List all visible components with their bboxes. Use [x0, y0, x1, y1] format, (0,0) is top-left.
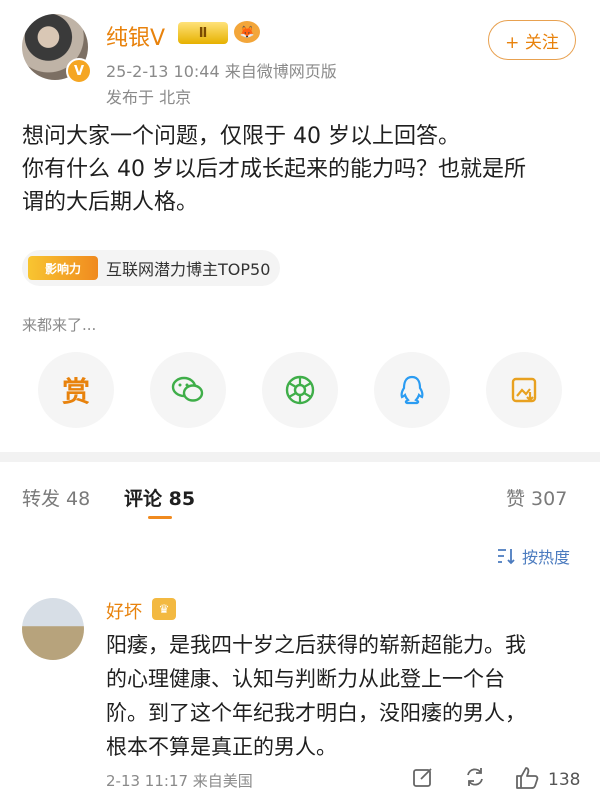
qq-icon — [400, 375, 424, 405]
post-line: 谓的大后期人格。 — [22, 190, 199, 215]
comment-line: 阶。到了这个年纪我才明白，没阳痿的男人， — [106, 701, 526, 725]
comment-meta: 2-13 11:17 来自美国 — [106, 772, 253, 790]
author-name-text[interactable]: 纯银 — [106, 26, 150, 51]
fan-level-badge-icon[interactable]: ♛ — [152, 598, 176, 620]
qq-share-button[interactable] — [374, 352, 450, 428]
verified-icon: V — [66, 58, 92, 84]
post-body: 想问大家一个问题，仅限于 40 岁以上回答。 你有什么 40 岁以后才成长起来的… — [22, 120, 582, 219]
commenter-avatar[interactable] — [22, 598, 84, 660]
vip-level-badge-icon[interactable]: Ⅱ — [178, 22, 228, 44]
section-divider — [0, 452, 600, 462]
come-text: 来都来了... — [22, 316, 97, 334]
verified-v-mark: V — [150, 26, 166, 51]
comment-body: 阳痿，是我四十岁之后获得的崭新超能力。我 的心理健康、认知与判断力从此登上一个台… — [106, 628, 576, 764]
fan-badge-icon[interactable]: 🦊 — [234, 21, 260, 43]
post-line: 想问大家一个问题，仅限于 40 岁以上回答。 — [22, 124, 460, 149]
reward-icon: 赏 — [61, 375, 90, 408]
follow-button[interactable]: + 关注 — [488, 20, 576, 60]
tab-comments[interactable]: 评论 85 — [124, 484, 195, 511]
sort-label: 按热度 — [522, 548, 571, 567]
author-name[interactable]: 纯银V — [106, 20, 165, 52]
save-image-button[interactable] — [486, 352, 562, 428]
post-meta: 25-2-13 10:44 来自微博网页版 — [106, 58, 337, 82]
comment-reply-icon[interactable] — [412, 766, 434, 788]
comment-line: 的心理健康、认知与判断力从此登上一个台 — [106, 667, 505, 691]
comment-repost-icon[interactable] — [464, 766, 486, 788]
comment-like-icon[interactable] — [514, 766, 540, 790]
post-line: 你有什么 40 岁以后才成长起来的能力吗？也就是所 — [22, 157, 526, 182]
post-location: 发布于 北京 — [106, 88, 192, 107]
wechat-icon — [171, 376, 204, 402]
moments-share-button[interactable] — [262, 352, 338, 428]
influence-tag-label: 互联网潜力博主TOP50 — [106, 260, 271, 279]
tab-repost[interactable]: 转发 48 — [22, 484, 90, 511]
active-tab-indicator — [148, 516, 172, 519]
influence-logo-icon: 影响力 — [28, 256, 98, 280]
comment-line: 根本不算是真正的男人。 — [106, 735, 337, 759]
post-source: 来自微博网页版 — [224, 62, 337, 81]
reward-button[interactable]: 赏 — [38, 352, 114, 428]
save-image-icon — [511, 377, 537, 403]
comment-like-count: 138 — [548, 770, 581, 790]
moments-icon — [285, 375, 315, 405]
sort-by-hot-button[interactable]: 按热度 — [496, 544, 570, 568]
vip-level-text: Ⅱ — [198, 25, 208, 41]
comment-line: 阳痿，是我四十岁之后获得的崭新超能力。我 — [106, 633, 526, 657]
sort-icon — [498, 549, 515, 565]
commenter-name[interactable]: 好坏 — [106, 598, 142, 624]
post-timestamp: 25-2-13 10:44 — [106, 62, 220, 81]
influence-tag[interactable]: 影响力 互联网潜力博主TOP50 — [22, 250, 281, 286]
tab-likes[interactable]: 赞 307 — [506, 484, 567, 511]
interaction-tabs: 转发 48 评论 85 赞 307 — [0, 476, 600, 520]
wechat-share-button[interactable] — [150, 352, 226, 428]
